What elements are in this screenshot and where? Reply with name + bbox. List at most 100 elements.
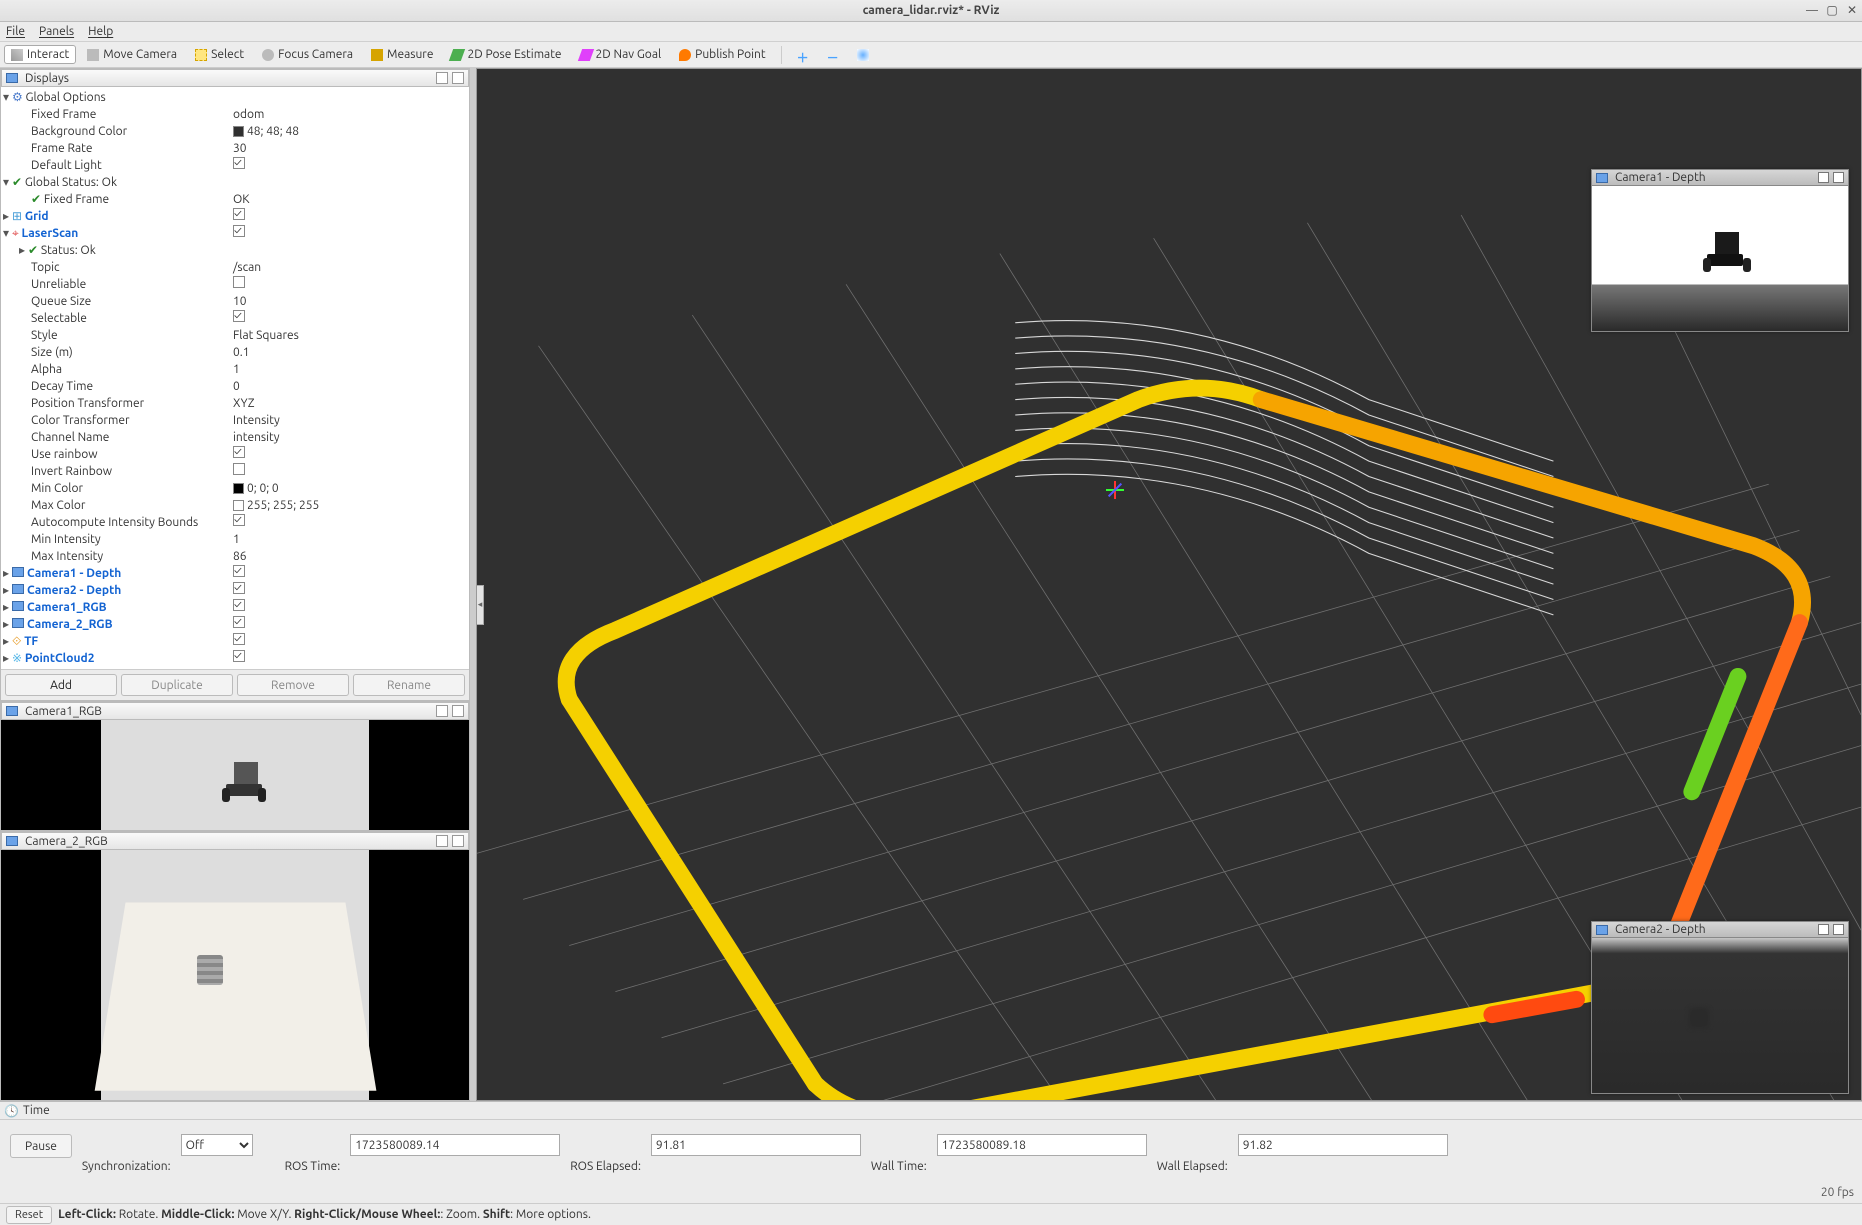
tool-eye[interactable] bbox=[850, 46, 876, 64]
camera2-depth-checkbox[interactable] bbox=[233, 582, 245, 594]
selectable-key[interactable]: Selectable bbox=[31, 312, 87, 325]
3d-viewport[interactable]: ◂ bbox=[476, 68, 1862, 1101]
maximize-icon[interactable]: ▢ bbox=[1826, 5, 1838, 17]
tool-interact[interactable]: Interact bbox=[4, 45, 76, 64]
tool-plus[interactable]: ＋ bbox=[790, 46, 816, 64]
camera1-rgb-image[interactable] bbox=[101, 720, 369, 830]
default-light-checkbox[interactable] bbox=[233, 157, 245, 169]
topic-key[interactable]: Topic bbox=[31, 261, 60, 274]
camera1-depth-checkbox[interactable] bbox=[233, 565, 245, 577]
pointcloud2-checkbox[interactable] bbox=[233, 650, 245, 662]
camera2-rgb-image[interactable] bbox=[101, 850, 369, 1100]
close-icon[interactable]: ✕ bbox=[1846, 5, 1858, 17]
bgcolor-key[interactable]: Background Color bbox=[31, 125, 127, 138]
close-panel-icon[interactable] bbox=[452, 835, 464, 847]
mincolor-val[interactable]: 0; 0; 0 bbox=[247, 482, 279, 495]
camera2-depth-float[interactable]: Camera2 - Depth bbox=[1591, 921, 1849, 1094]
fixed-frame-key[interactable]: Fixed Frame bbox=[31, 108, 96, 121]
camera1-rgb-checkbox[interactable] bbox=[233, 599, 245, 611]
laserscan-display[interactable]: LaserScan bbox=[22, 227, 79, 240]
wall-time-input[interactable] bbox=[937, 1134, 1147, 1156]
global-status[interactable]: Global Status: Ok bbox=[25, 176, 117, 189]
style-val[interactable]: Flat Squares bbox=[231, 327, 469, 344]
fixed-frame-val[interactable]: odom bbox=[231, 106, 469, 123]
decay-val[interactable]: 0 bbox=[231, 378, 469, 395]
tool-measure[interactable]: Measure bbox=[364, 45, 440, 64]
size-val[interactable]: 0.1 bbox=[231, 344, 469, 361]
pointcloud2-display[interactable]: PointCloud2 bbox=[25, 652, 95, 665]
camera1-depth-float[interactable]: Camera1 - Depth bbox=[1591, 169, 1849, 332]
queue-val[interactable]: 10 bbox=[231, 293, 469, 310]
fixed-frame-status-key[interactable]: Fixed Frame bbox=[44, 193, 109, 206]
maxint-val[interactable]: 86 bbox=[231, 548, 469, 565]
grid-enable-checkbox[interactable] bbox=[233, 208, 245, 220]
float-icon[interactable] bbox=[436, 72, 448, 84]
tf-checkbox[interactable] bbox=[233, 633, 245, 645]
channel-val[interactable]: intensity bbox=[231, 429, 469, 446]
rainbow-checkbox[interactable] bbox=[233, 446, 245, 458]
alpha-key[interactable]: Alpha bbox=[31, 363, 62, 376]
displays-title[interactable]: Displays bbox=[1, 69, 469, 87]
maxcolor-key[interactable]: Max Color bbox=[31, 499, 85, 512]
camera1-rgb-display[interactable]: Camera1_RGB bbox=[27, 601, 107, 614]
queue-key[interactable]: Queue Size bbox=[31, 295, 91, 308]
alpha-val[interactable]: 1 bbox=[231, 361, 469, 378]
close-panel-icon[interactable] bbox=[1833, 172, 1844, 183]
mincolor-key[interactable]: Min Color bbox=[31, 482, 83, 495]
framerate-val[interactable]: 30 bbox=[231, 140, 469, 157]
time-title[interactable]: 🕓 Time bbox=[0, 1102, 1862, 1120]
add-button[interactable]: Add bbox=[5, 674, 117, 696]
float-icon[interactable] bbox=[436, 705, 448, 717]
tool-select[interactable]: Select bbox=[188, 45, 251, 64]
camera2-depth-display[interactable]: Camera2 - Depth bbox=[27, 584, 121, 597]
duplicate-button[interactable]: Duplicate bbox=[121, 674, 233, 696]
laserscan-status[interactable]: Status: Ok bbox=[41, 244, 96, 257]
close-panel-icon[interactable] bbox=[1833, 924, 1844, 935]
grid-display[interactable]: Grid bbox=[25, 210, 49, 223]
camera1-depth-display[interactable]: Camera1 - Depth bbox=[27, 567, 121, 580]
wall-elapsed-input[interactable] bbox=[1238, 1134, 1448, 1156]
global-options[interactable]: Global Options bbox=[26, 91, 106, 104]
menu-panels[interactable]: Panels bbox=[39, 25, 74, 38]
minint-val[interactable]: 1 bbox=[231, 531, 469, 548]
close-panel-icon[interactable] bbox=[452, 705, 464, 717]
postrans-val[interactable]: XYZ bbox=[231, 395, 469, 412]
ros-elapsed-input[interactable] bbox=[651, 1134, 861, 1156]
reset-button[interactable]: Reset bbox=[6, 1206, 52, 1224]
bgcolor-val[interactable]: 48; 48; 48 bbox=[247, 125, 299, 138]
pause-button[interactable]: Pause bbox=[10, 1134, 72, 1158]
autoint-key[interactable]: Autocompute Intensity Bounds bbox=[31, 516, 198, 529]
camera2-rgb-title[interactable]: Camera_2_RGB bbox=[1, 832, 469, 850]
maxcolor-val[interactable]: 255; 255; 255 bbox=[247, 499, 319, 512]
float-icon[interactable] bbox=[436, 835, 448, 847]
framerate-key[interactable]: Frame Rate bbox=[31, 142, 92, 155]
minint-key[interactable]: Min Intensity bbox=[31, 533, 101, 546]
invert-rainbow-key[interactable]: Invert Rainbow bbox=[31, 465, 112, 478]
displays-tree[interactable]: ▾⚙ Global Options Fixed Frameodom Backgr… bbox=[1, 87, 469, 669]
camera2-rgb-checkbox[interactable] bbox=[233, 616, 245, 628]
laserscan-enable-checkbox[interactable] bbox=[233, 225, 245, 237]
camera1-rgb-title[interactable]: Camera1_RGB bbox=[1, 702, 469, 720]
rename-button[interactable]: Rename bbox=[353, 674, 465, 696]
topic-val[interactable]: /scan bbox=[231, 259, 469, 276]
autoint-checkbox[interactable] bbox=[233, 514, 245, 526]
decay-key[interactable]: Decay Time bbox=[31, 380, 93, 393]
unreliable-checkbox[interactable] bbox=[233, 276, 245, 288]
tool-2d-pose[interactable]: 2D Pose Estimate bbox=[444, 45, 568, 64]
postrans-key[interactable]: Position Transformer bbox=[31, 397, 144, 410]
camera2-depth-image[interactable] bbox=[1592, 938, 1848, 1093]
minimize-icon[interactable]: — bbox=[1806, 5, 1818, 17]
sync-select[interactable]: Off bbox=[181, 1134, 253, 1156]
maxint-key[interactable]: Max Intensity bbox=[31, 550, 103, 563]
coltrans-val[interactable]: Intensity bbox=[231, 412, 469, 429]
unreliable-key[interactable]: Unreliable bbox=[31, 278, 86, 291]
menu-file[interactable]: File bbox=[6, 25, 25, 38]
tool-focus[interactable]: Focus Camera bbox=[255, 45, 360, 64]
style-key[interactable]: Style bbox=[31, 329, 58, 342]
close-panel-icon[interactable] bbox=[452, 72, 464, 84]
camera2-rgb-display[interactable]: Camera_2_RGB bbox=[27, 618, 113, 631]
camera1-depth-image[interactable] bbox=[1592, 186, 1848, 331]
tool-2d-nav[interactable]: 2D Nav Goal bbox=[573, 45, 669, 64]
tf-display[interactable]: TF bbox=[24, 635, 38, 648]
tool-move-camera[interactable]: Move Camera bbox=[80, 45, 184, 64]
